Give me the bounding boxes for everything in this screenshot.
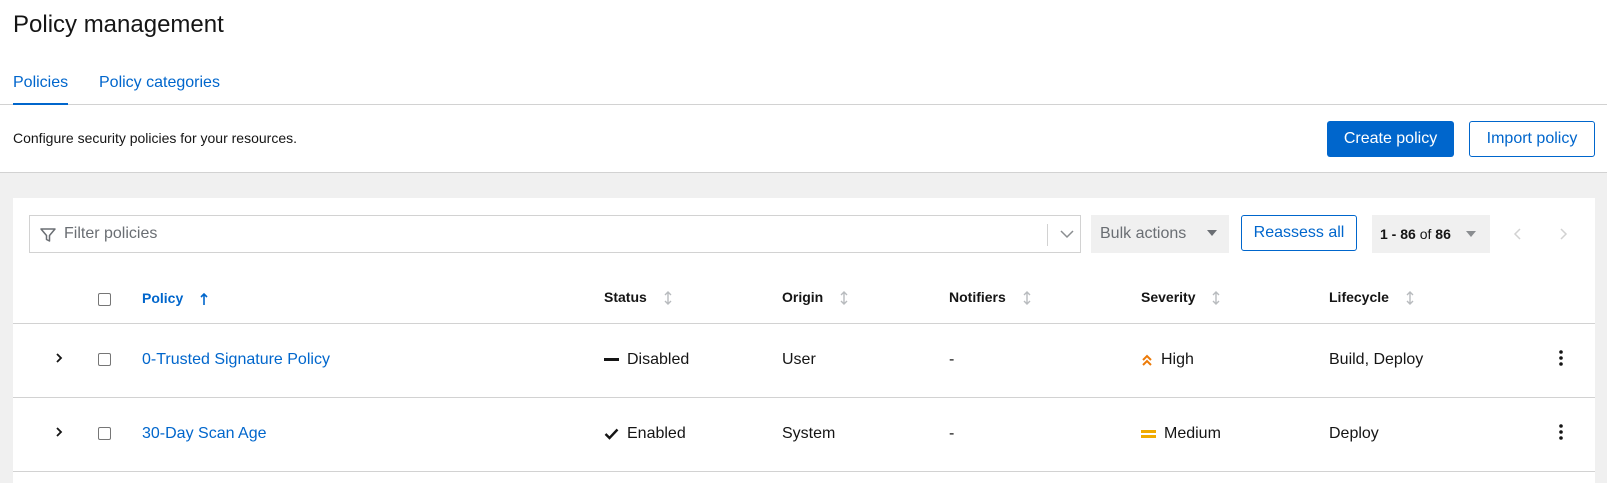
row-checkbox[interactable] (98, 427, 111, 441)
policy-name-link[interactable]: 0-Trusted Signature Policy (142, 351, 330, 368)
angle-right-icon[interactable] (54, 351, 64, 365)
tab-policies[interactable]: Policies (13, 74, 69, 106)
pagination-total: 86 (1435, 226, 1451, 242)
chevron-down-icon[interactable] (1054, 216, 1080, 252)
origin-cell: System (782, 397, 949, 472)
notifiers-cell: - (949, 397, 1141, 472)
kebab-menu-icon[interactable] (1551, 349, 1571, 371)
sort-icon (664, 291, 672, 306)
origin-header-label: Origin (782, 289, 824, 306)
caret-down-icon (1466, 231, 1476, 237)
status-text: Disabled (627, 351, 690, 368)
expand-cell (13, 397, 83, 472)
actions-column-header (1519, 273, 1595, 324)
pagination-range: 1 - 86 (1380, 226, 1416, 242)
select-all-checkbox[interactable] (98, 292, 111, 306)
lifecycle-cell: Build, Deploy (1329, 323, 1519, 398)
check-icon (604, 428, 619, 440)
sort-icon (1212, 291, 1220, 306)
policy-cell: 0-Trusted Signature Policy (142, 323, 604, 398)
angle-right-icon[interactable] (54, 425, 64, 439)
sort-ascending-icon (200, 292, 208, 305)
table-row: 0-Trusted Signature Policy Disabled User… (13, 323, 1595, 398)
actions-cell (1519, 397, 1595, 472)
import-policy-button[interactable]: Import policy (1469, 121, 1595, 157)
pagination-of: of (1419, 226, 1432, 242)
expand-cell (13, 323, 83, 398)
next-page-icon[interactable] (1549, 219, 1577, 249)
tab-bar: Policies Policy categories (0, 62, 1607, 106)
minus-icon (604, 357, 619, 361)
sort-icon (840, 291, 848, 306)
lifecycle-header-label: Lifecycle (1329, 289, 1389, 306)
previous-page-icon[interactable] (1504, 219, 1532, 249)
lifecycle-cell: Deploy (1329, 397, 1519, 472)
actions-cell (1519, 323, 1595, 398)
status-cell: Disabled (604, 323, 782, 398)
row-checkbox[interactable] (98, 353, 111, 367)
severity-column-header[interactable]: Severity (1141, 273, 1329, 324)
create-policy-button[interactable]: Create policy (1327, 121, 1454, 157)
severity-cell: High (1141, 323, 1329, 398)
severity-text: High (1161, 351, 1194, 368)
expand-column-header (13, 273, 83, 324)
bulk-actions-dropdown[interactable]: Bulk actions (1091, 215, 1229, 253)
description-bar: Configure security policies for your res… (0, 105, 1607, 173)
status-cell: Enabled (604, 397, 782, 472)
page-description: Configure security policies for your res… (13, 130, 298, 146)
origin-column-header[interactable]: Origin (782, 273, 949, 324)
policy-column-header[interactable]: Policy (142, 273, 604, 324)
status-header-label: Status (604, 289, 647, 306)
angle-double-up-icon (1142, 354, 1152, 366)
select-cell (83, 397, 142, 472)
origin-cell: User (782, 323, 949, 398)
reassess-all-button[interactable]: Reassess all (1241, 215, 1357, 251)
filter-box (29, 215, 1081, 253)
status-text: Enabled (627, 425, 686, 442)
table-header-row: Policy Status Origin Notifiers Severity (13, 273, 1595, 324)
kebab-menu-icon[interactable] (1551, 423, 1571, 445)
equals-icon (1141, 429, 1156, 438)
policies-table: Policy Status Origin Notifiers Severity (13, 273, 1595, 472)
severity-header-label: Severity (1141, 289, 1196, 306)
policies-table-card: Bulk actions Reassess all 1 - 86 of 86 P… (13, 198, 1595, 483)
select-cell (83, 323, 142, 398)
pagination-toggle[interactable]: 1 - 86 of 86 (1372, 215, 1490, 253)
page-title: Policy management (13, 11, 224, 38)
page-header: Policy management Policies Policy catego… (0, 0, 1607, 106)
notifiers-column-header[interactable]: Notifiers (949, 273, 1141, 324)
filter-icon (40, 228, 56, 242)
notifiers-cell: - (949, 323, 1141, 398)
caret-down-icon (1207, 230, 1217, 236)
policy-cell: 30-Day Scan Age (142, 397, 604, 472)
policy-header-label: Policy (142, 289, 184, 306)
tab-policy-categories[interactable]: Policy categories (99, 74, 220, 92)
policy-name-link[interactable]: 30-Day Scan Age (142, 425, 267, 442)
severity-text: Medium (1164, 425, 1221, 442)
status-column-header[interactable]: Status (604, 273, 782, 324)
select-column-header (83, 273, 142, 324)
filter-divider (1047, 224, 1048, 246)
sort-icon (1023, 291, 1031, 306)
sort-icon (1406, 291, 1414, 306)
notifiers-header-label: Notifiers (949, 289, 1006, 306)
severity-cell: Medium (1141, 397, 1329, 472)
table-row: 30-Day Scan Age Enabled System - Medium … (13, 397, 1595, 472)
lifecycle-column-header[interactable]: Lifecycle (1329, 273, 1519, 324)
filter-policies-input[interactable] (64, 216, 964, 252)
bulk-actions-label: Bulk actions (1100, 225, 1187, 242)
